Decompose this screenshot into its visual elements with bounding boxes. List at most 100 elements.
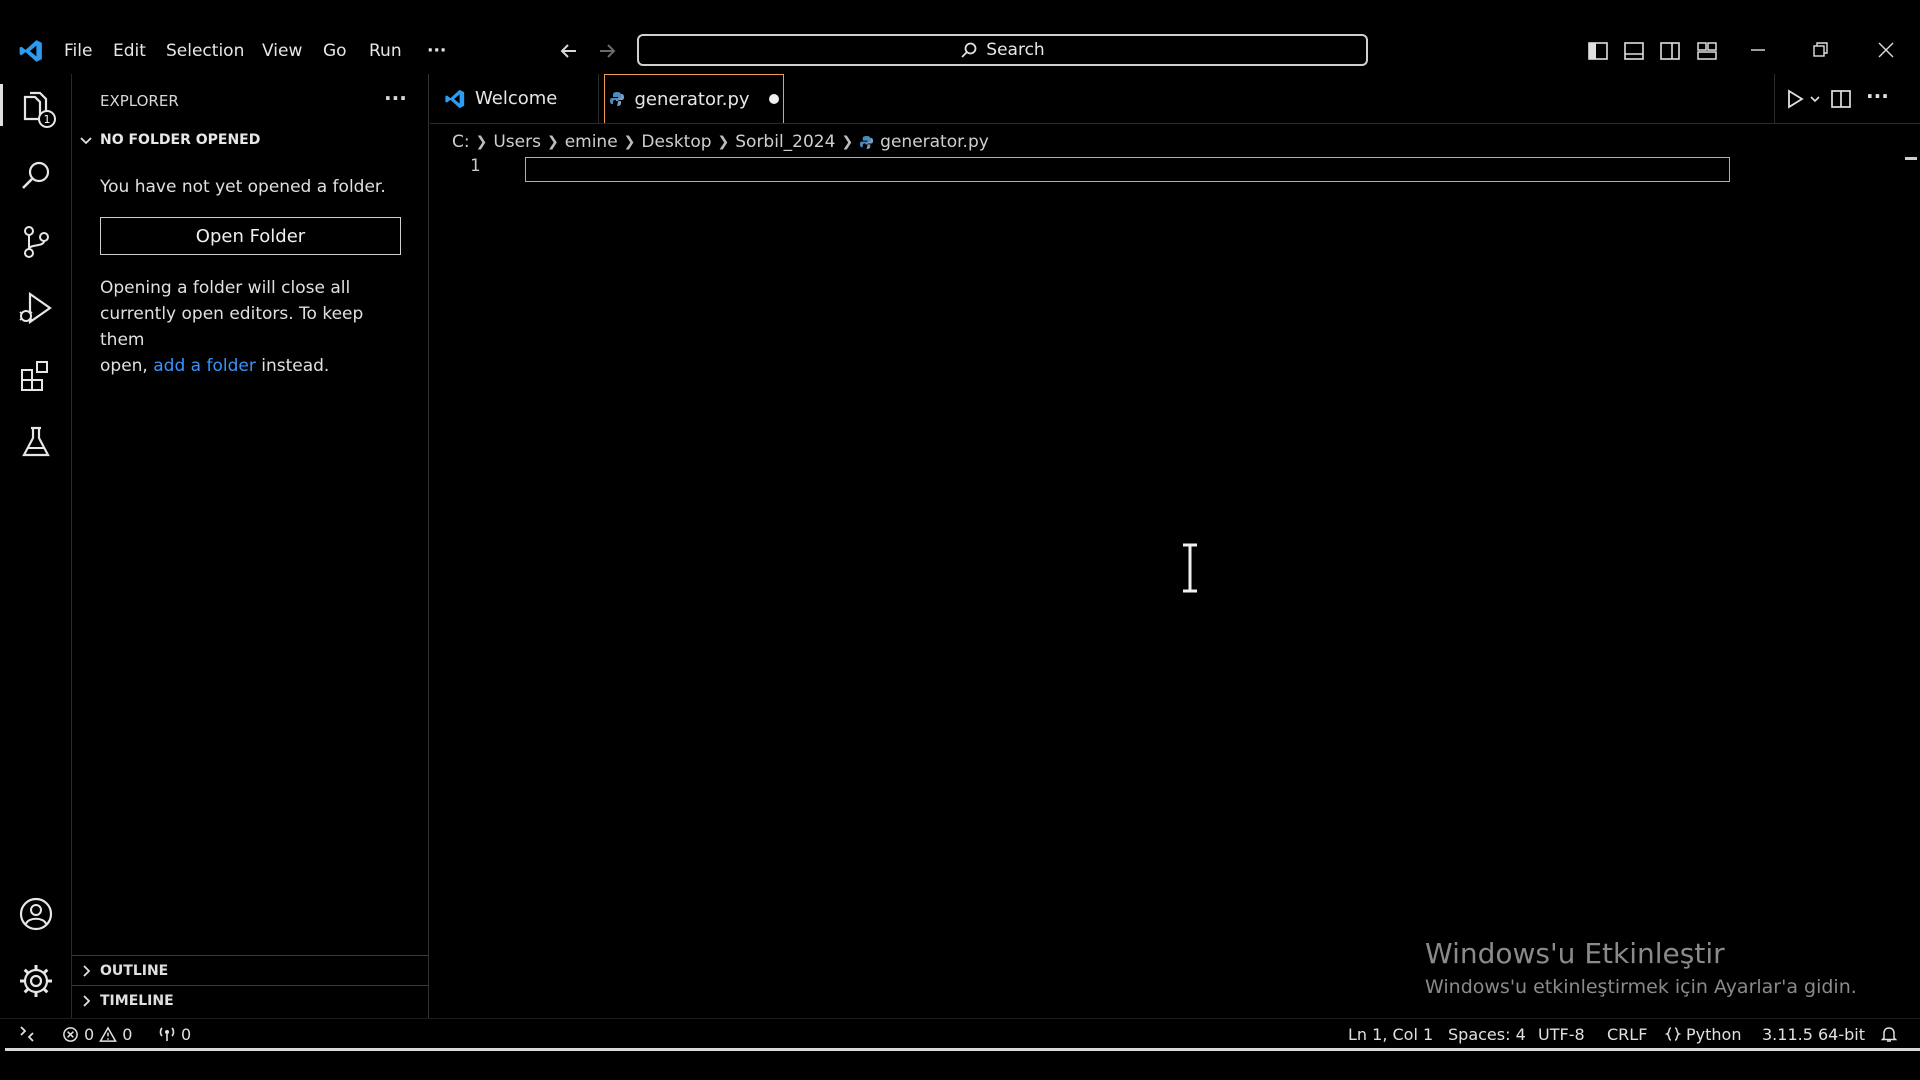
problems-indicator[interactable]: 0 0 — [62, 1019, 132, 1049]
testing-flask-icon[interactable] — [16, 422, 56, 462]
indentation[interactable]: Spaces: 4 — [1448, 1019, 1526, 1049]
active-indicator — [0, 84, 3, 126]
add-folder-link[interactable]: add a folder — [153, 356, 256, 376]
menu-go[interactable]: Go — [323, 38, 347, 64]
breadcrumb-item[interactable]: Desktop — [641, 132, 711, 152]
tab-generator-py[interactable]: generator.py — [604, 74, 784, 123]
chevron-right-icon: ❯ — [475, 134, 488, 150]
language-label: Python — [1686, 1024, 1742, 1044]
back-arrow-icon[interactable] — [558, 40, 580, 62]
info-line-2: currently open editors. To keep them — [100, 304, 364, 350]
timeline-section[interactable]: TIMELINE — [72, 985, 429, 1015]
run-python-file-icon[interactable] — [1784, 88, 1806, 110]
breadcrumb-item[interactable]: C: — [452, 132, 470, 152]
menu-view[interactable]: View — [262, 38, 302, 64]
vscode-logo-icon — [444, 88, 466, 110]
vscode-logo-icon — [18, 38, 44, 64]
ports-count: 0 — [181, 1024, 192, 1044]
explorer-badge: 1 — [38, 110, 56, 128]
extensions-icon[interactable] — [16, 356, 56, 396]
source-control-icon[interactable] — [16, 222, 56, 262]
chevron-down-icon — [78, 132, 94, 148]
braces-icon — [1665, 1026, 1681, 1042]
language-mode[interactable]: Python — [1665, 1019, 1741, 1049]
remote-indicator[interactable] — [18, 1019, 36, 1049]
open-folder-button[interactable]: Open Folder — [100, 217, 401, 255]
tab-divider — [598, 74, 599, 123]
outline-label: OUTLINE — [100, 962, 169, 979]
broadcast-icon — [158, 1025, 176, 1043]
chevron-right-icon — [78, 963, 94, 979]
tab-label: generator.py — [634, 88, 750, 110]
section-title: NO FOLDER OPENED — [100, 132, 261, 148]
split-editor-icon[interactable] — [1830, 88, 1852, 110]
no-folder-section-header[interactable]: NO FOLDER OPENED — [78, 132, 260, 148]
run-options-chevron-icon[interactable] — [1808, 92, 1822, 106]
title-bar: File Edit Selection View Go Run ··· Sear… — [0, 0, 1920, 74]
customize-layout-icon[interactable] — [1696, 40, 1718, 62]
editor-tab-bar: Welcome generator.py ··· — [430, 74, 1920, 124]
timeline-label: TIMELINE — [100, 992, 174, 1009]
tab-welcome[interactable]: Welcome — [444, 74, 606, 123]
open-folder-info: Opening a folder will close all currentl… — [100, 275, 410, 379]
close-icon[interactable] — [1876, 40, 1896, 60]
error-icon — [62, 1026, 79, 1043]
windows-activation-title: Windows'u Etkinleştir — [1425, 937, 1725, 970]
breadcrumb-item[interactable]: Sorbil_2024 — [735, 132, 835, 152]
toggle-primary-sidebar-icon[interactable] — [1587, 40, 1609, 62]
text-cursor-icon — [1178, 542, 1202, 594]
menu-more[interactable]: ··· — [427, 38, 446, 64]
no-folder-message: You have not yet opened a folder. — [100, 177, 386, 197]
chevron-right-icon — [78, 993, 94, 1009]
breadcrumb-item[interactable]: Users — [493, 132, 541, 152]
unsaved-dot-icon[interactable] — [768, 94, 779, 104]
accounts-icon[interactable] — [16, 894, 56, 934]
python-file-icon — [609, 91, 625, 107]
info-prefix: open, — [100, 356, 148, 376]
toggle-panel-icon[interactable] — [1623, 40, 1645, 62]
chevron-right-icon: ❯ — [717, 134, 730, 150]
warning-icon — [99, 1025, 118, 1043]
command-center-search[interactable]: Search — [637, 34, 1368, 66]
line-number: 1 — [470, 156, 481, 176]
restore-icon[interactable] — [1811, 40, 1831, 60]
breadcrumb-item[interactable]: generator.py — [880, 132, 989, 152]
info-line-1: Opening a folder will close all — [100, 278, 351, 298]
info-line-3: open, add a folder instead. — [100, 353, 410, 379]
cursor-position[interactable]: Ln 1, Col 1 — [1348, 1019, 1433, 1049]
menu-file[interactable]: File — [64, 38, 92, 64]
end-of-line[interactable]: CRLF — [1607, 1019, 1647, 1049]
search-view-icon[interactable] — [16, 156, 56, 196]
search-icon — [960, 41, 978, 59]
error-count: 0 — [84, 1024, 95, 1044]
breadcrumb-item[interactable]: emine — [565, 132, 618, 152]
menu-selection[interactable]: Selection — [166, 38, 244, 64]
file-encoding[interactable]: UTF-8 — [1538, 1019, 1585, 1049]
toggle-secondary-sidebar-icon[interactable] — [1659, 40, 1681, 62]
search-label: Search — [986, 40, 1045, 60]
python-file-icon — [859, 135, 874, 150]
settings-gear-icon[interactable] — [16, 961, 56, 1001]
menu-run[interactable]: Run — [369, 38, 402, 64]
outline-section[interactable]: OUTLINE — [72, 955, 429, 985]
ports-indicator[interactable]: 0 — [158, 1019, 191, 1049]
chevron-right-icon: ❯ — [841, 134, 854, 150]
info-suffix: instead. — [261, 356, 330, 376]
run-debug-icon[interactable] — [16, 288, 56, 328]
sidebar-more-actions[interactable]: ··· — [384, 86, 407, 110]
minimap-scroll-marker — [1905, 157, 1917, 160]
menu-edit[interactable]: Edit — [113, 38, 146, 64]
forward-arrow-icon[interactable] — [596, 40, 618, 62]
code-editor-area[interactable] — [430, 156, 1920, 1018]
minimize-icon[interactable] — [1748, 40, 1768, 60]
editor-more-actions[interactable]: ··· — [1866, 84, 1889, 108]
current-line-highlight[interactable] — [525, 157, 1730, 182]
notifications-bell-icon[interactable] — [1880, 1019, 1898, 1049]
chevron-right-icon: ❯ — [546, 134, 559, 150]
python-interpreter[interactable]: 3.11.5 64-bit — [1762, 1019, 1865, 1049]
sidebar-title: EXPLORER — [100, 92, 179, 110]
explorer-sidebar: EXPLORER ··· NO FOLDER OPENED You have n… — [72, 74, 429, 1018]
explorer-icon[interactable]: 1 — [16, 88, 56, 128]
warning-count: 0 — [122, 1024, 133, 1044]
tab-label: Welcome — [475, 88, 558, 109]
